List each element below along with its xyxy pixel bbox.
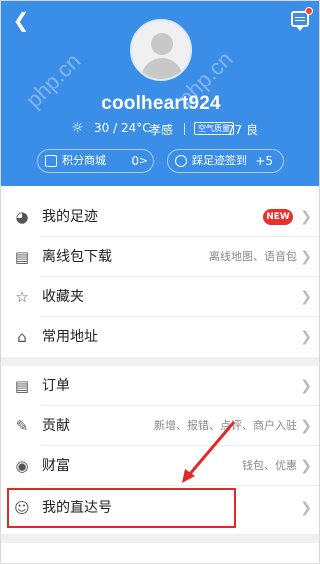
section-gap xyxy=(1,534,319,543)
menu-item-sub: 离线地图、语音包 xyxy=(209,250,297,263)
temperature: 30 / 24°C xyxy=(94,121,151,135)
chevron-right-icon: ❯ xyxy=(300,209,312,225)
star-icon: ☆ xyxy=(15,288,29,306)
home-icon: ⌂ xyxy=(17,328,27,346)
menu-item-addresses[interactable]: ⌂ 常用地址 ❯ xyxy=(1,317,319,357)
checkin-icon xyxy=(175,155,187,167)
message-icon[interactable] xyxy=(291,7,313,31)
chevron-right-icon: ❯ xyxy=(300,378,312,394)
menu-item-label: 贡献 xyxy=(42,418,70,434)
menu-item-label: 财富 xyxy=(42,458,70,474)
message-lines xyxy=(295,17,305,18)
chevron-right-icon: ❯ xyxy=(300,289,312,305)
weather-row: ☼ 30 / 24°C 孝感 空气质量 77 良 xyxy=(1,120,319,138)
chevron-right-icon: ❯ xyxy=(300,249,312,265)
chevron-right-icon: ❯ xyxy=(300,500,312,516)
menu-item-wealth[interactable]: ◉ 财富 钱包、优惠 ❯ xyxy=(1,446,319,486)
points-label: 积分商城 xyxy=(62,154,106,167)
stats-divider xyxy=(184,123,185,135)
edit-icon: ✎ xyxy=(15,417,29,435)
location-name: 孝感 xyxy=(149,123,174,137)
menu-item-label: 常用地址 xyxy=(42,329,98,345)
menu-item-label: 收藏夹 xyxy=(42,289,84,305)
download-chart-icon: ▤ xyxy=(14,248,30,266)
highlight-box xyxy=(7,488,236,528)
notification-dot xyxy=(305,7,313,15)
chevron-right-icon: ❯ xyxy=(300,458,312,474)
menu-item-sub: 新增、报错、点评、商户入驻 xyxy=(154,419,297,432)
checkin-value: +5 xyxy=(255,154,273,168)
bulb-icon: ◕ xyxy=(15,208,29,226)
menu-item-label: 订单 xyxy=(42,378,70,394)
profile-header: ❮ coolheart924 ☼ 30 / 24°C 孝感 空气质量 77 良 … xyxy=(1,1,319,186)
menu-item-contribute[interactable]: ✎ 贡献 新增、报错、点评、商户入驻 ❯ xyxy=(1,406,319,446)
avatar[interactable] xyxy=(130,19,192,81)
new-badge: NEW xyxy=(263,209,293,225)
section-gap xyxy=(1,357,319,366)
menu-item-label: 我的足迹 xyxy=(42,209,98,225)
app-screen: ❮ coolheart924 ☼ 30 / 24°C 孝感 空气质量 77 良 … xyxy=(0,0,320,564)
back-chevron-icon[interactable]: ❮ xyxy=(11,9,31,31)
document-icon: ▤ xyxy=(14,377,30,395)
menu-item-sub: 钱包、优惠 xyxy=(242,459,297,472)
sun-icon: ☼ xyxy=(71,120,84,136)
menu-item-offline[interactable]: ▤ 离线包下载 离线地图、语音包 ❯ xyxy=(1,237,319,277)
menu-item-label: 离线包下载 xyxy=(42,249,112,265)
avatar-head xyxy=(151,33,173,55)
bottom-edge xyxy=(1,534,319,563)
money-bag-icon: ◉ xyxy=(15,457,29,475)
chevron-right-icon: ❯ xyxy=(300,329,312,345)
points-mall-button[interactable]: 积分商城 0 > xyxy=(37,149,154,173)
checkin-label: 踩足迹签到 xyxy=(192,154,247,167)
aqi-value: 77 良 xyxy=(227,123,259,137)
points-chevron: > xyxy=(138,154,148,167)
menu-item-favorites[interactable]: ☆ 收藏夹 ❯ xyxy=(1,277,319,317)
points-icon xyxy=(45,155,57,167)
avatar-body xyxy=(141,58,183,79)
menu-item-footprint[interactable]: ◕ 我的足迹 NEW ❯ xyxy=(1,197,319,237)
chevron-right-icon: ❯ xyxy=(300,418,312,434)
menu-item-orders[interactable]: ▤ 订单 ❯ xyxy=(1,366,319,406)
checkin-button[interactable]: 踩足迹签到 +5 xyxy=(167,149,284,173)
row-divider xyxy=(41,485,319,486)
